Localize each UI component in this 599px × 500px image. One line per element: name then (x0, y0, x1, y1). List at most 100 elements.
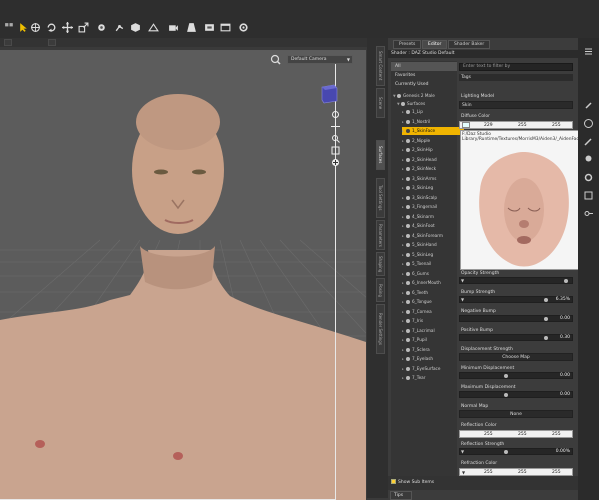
choose-map-button[interactable]: Choose Map (459, 353, 573, 361)
camera-view-icon[interactable] (270, 54, 282, 65)
diffuse-color-field[interactable]: 229 255 255 (459, 121, 573, 129)
filter-favorites[interactable]: Favorites (391, 71, 457, 80)
color-swatch[interactable] (462, 122, 470, 128)
filter-all[interactable]: All (391, 62, 457, 71)
tab-editor[interactable]: Editor (422, 40, 448, 49)
tags-label[interactable]: Tags (459, 74, 573, 81)
surface-item[interactable]: ▸ 5_Toenail (402, 260, 464, 268)
key-icon[interactable] (583, 208, 594, 219)
rotate-icon[interactable] (46, 22, 57, 33)
refraction-color-field[interactable]: ▼ 255 255 255 (459, 468, 573, 476)
surface-item[interactable]: ▸ 7_Pupil (402, 336, 464, 344)
select-icon[interactable] (4, 22, 15, 33)
lighting-model-select[interactable]: Skin (459, 101, 573, 109)
translate-icon[interactable] (62, 22, 73, 33)
pan-icon[interactable] (331, 122, 340, 131)
surface-item[interactable]: ▸ 7_Cornea (402, 308, 464, 316)
tree-genesis[interactable]: ▼ Genesis 2 Male (393, 92, 455, 100)
gear-icon[interactable] (238, 22, 249, 33)
camera-icon[interactable] (168, 22, 179, 33)
globe-icon[interactable] (583, 118, 594, 129)
nav-cube[interactable] (320, 82, 338, 104)
surface-item[interactable]: ▸ 2_Nipple (402, 137, 464, 145)
tab-tool-settings[interactable]: Tool Settings (376, 178, 385, 218)
reflection-r[interactable]: 255 (484, 431, 493, 438)
universal-icon[interactable] (30, 22, 41, 33)
joint-icon[interactable] (114, 22, 125, 33)
surface-item[interactable]: ▸ 2_SkinHead (402, 156, 464, 164)
surface-item[interactable]: ▸ 4_SkinForearm (402, 232, 464, 240)
render-icon[interactable] (204, 22, 215, 33)
surface-item[interactable]: ▸ 3_SkinScalp (402, 194, 464, 202)
surface-item[interactable]: ▸ 4_SkinFoot (402, 222, 464, 230)
settings-icon[interactable] (583, 172, 594, 183)
surface-item[interactable]: ▸ 7_Eyelash (402, 355, 464, 363)
surface-item[interactable]: ▸ 3_SkinArms (402, 175, 464, 183)
tree-surfaces[interactable]: ▼ Surfaces (397, 100, 459, 108)
surface-item[interactable]: ▸ 7_EyeSurface (402, 365, 464, 373)
surface-item[interactable]: ▸ 5_SkinLeg (402, 251, 464, 259)
diffuse-g[interactable]: 255 (518, 122, 527, 129)
opacity-slider[interactable]: ▼ (459, 277, 573, 284)
orbit-icon[interactable] (331, 110, 340, 119)
scale-icon[interactable] (78, 22, 89, 33)
surface-item[interactable]: ▸ 2_SkinHip (402, 146, 464, 154)
spotlight-icon[interactable] (186, 22, 197, 33)
frame-icon[interactable] (331, 146, 340, 155)
reflection-strength-slider[interactable]: ▼ 0.00% (459, 448, 573, 455)
diffuse-r[interactable]: 229 (484, 122, 493, 129)
reflection-b[interactable]: 255 (552, 431, 561, 438)
tab-viewport-2[interactable] (48, 39, 56, 46)
show-sub-items-toggle[interactable]: Show Sub Items (391, 479, 457, 487)
maximum-displacement-slider[interactable]: 0.00 (459, 391, 573, 398)
tab-shaping[interactable]: Shaping (376, 252, 385, 276)
surface-item[interactable]: ▸ 4_Skinarm (402, 213, 464, 221)
tab-render-settings[interactable]: Render Settings (376, 304, 385, 354)
surface-item[interactable]: ▸ 6_Gums (402, 270, 464, 278)
minimum-displacement-slider[interactable]: 0.00 (459, 372, 573, 379)
refraction-b[interactable]: 255 (552, 469, 561, 476)
menu-icon[interactable] (583, 46, 594, 57)
surface-item[interactable]: ▸ 2_SkinNeck (402, 165, 464, 173)
surface-item[interactable]: ▸ 7_Lacrimal (402, 327, 464, 335)
morph-icon[interactable] (583, 190, 594, 201)
surface-icon[interactable] (130, 22, 141, 33)
bone-icon[interactable] (583, 100, 594, 111)
geometry-icon[interactable] (148, 22, 159, 33)
reflection-g[interactable]: 255 (518, 431, 527, 438)
surface-item[interactable]: ▸ 3_SkinLeg (402, 184, 464, 192)
3d-viewport[interactable] (0, 50, 366, 500)
diffuse-b[interactable]: 255 (552, 122, 561, 129)
tab-scene[interactable]: Scene (376, 88, 385, 118)
surface-item[interactable]: ▸ 5_SkinHand (402, 241, 464, 249)
window-icon[interactable] (220, 22, 231, 33)
tab-viewport-1[interactable] (4, 39, 12, 46)
pointer-icon[interactable] (18, 22, 29, 33)
surface-item[interactable]: ▸ 7_Iris (402, 317, 464, 325)
light-bulb-icon[interactable] (583, 154, 594, 165)
surface-item[interactable]: ▸ 1_Nostril (402, 118, 464, 126)
filter-currently-used[interactable]: Currently Used (391, 80, 457, 89)
tab-presets[interactable]: Presets (393, 40, 422, 49)
surface-item[interactable]: ▸ 1_Lip (402, 108, 464, 116)
brush-icon[interactable] (583, 136, 594, 147)
tab-posing[interactable]: Posing (376, 278, 385, 302)
surface-item[interactable]: ▸ 1_SkinFace (402, 127, 464, 135)
negative-bump-slider[interactable]: 0.00 (459, 315, 573, 322)
normal-map-button[interactable]: None (459, 410, 573, 418)
refraction-r[interactable]: 255 (484, 469, 493, 476)
tab-tips[interactable]: Tips (390, 491, 412, 500)
bump-strength-slider[interactable]: ▼ 6.35% (459, 296, 573, 303)
surface-item[interactable]: ▸ 6_Tongue (402, 298, 464, 306)
surface-item[interactable]: ▸ 6_Teeth (402, 289, 464, 297)
reflection-color-field[interactable]: 255 255 255 (459, 430, 573, 438)
surface-item[interactable]: ▸ 7_Tear (402, 374, 464, 382)
filter-search-input[interactable]: Enter text to filter by (459, 63, 573, 71)
surface-item[interactable]: ▸ 3_Fingernail (402, 203, 464, 211)
zoom-icon[interactable] (331, 134, 340, 143)
tab-parameters[interactable]: Parameters (376, 220, 385, 250)
tab-surfaces[interactable]: Surfaces (376, 140, 385, 170)
positive-bump-slider[interactable]: 0.30 (459, 334, 573, 341)
surface-item[interactable]: ▸ 7_Sclera (402, 346, 464, 354)
dropdown-icon[interactable]: ▼ (462, 469, 465, 476)
